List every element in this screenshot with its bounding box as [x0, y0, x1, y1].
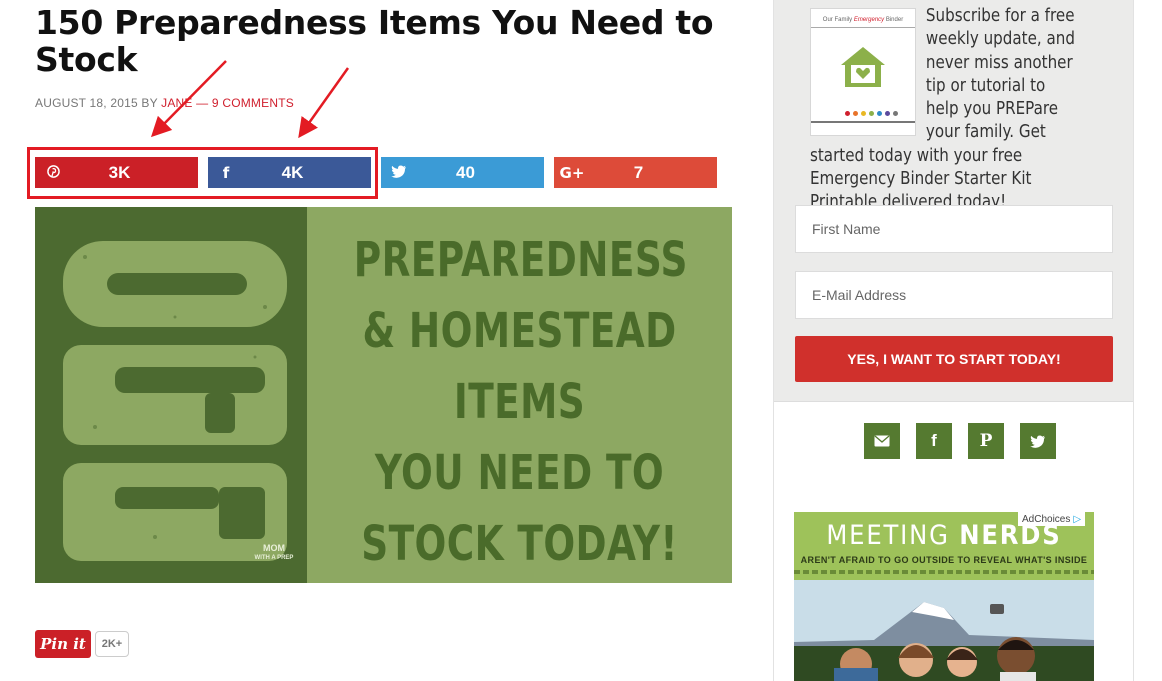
ad-photo	[794, 580, 1094, 681]
ad-headline: MEETING NERDS	[826, 520, 1062, 551]
sidebar: Our Family Emergency Binder Subscribe fo…	[773, 0, 1134, 681]
pinterest-icon[interactable]: P	[968, 423, 1004, 459]
pin-it-button[interactable]: Pin it	[35, 630, 91, 658]
ad-subline: AREN'T AFRAID TO GO OUTSIDE TO REVEAL WH…	[800, 555, 1088, 565]
social-links: f P	[864, 423, 1056, 459]
twitter-icon	[381, 164, 417, 182]
mom-with-a-prep-logo: MOM WITH A PREP	[254, 543, 294, 561]
advertisement[interactable]: AdChoices ▷ MEETING NERDS AREN'T AFRAID T…	[794, 512, 1094, 681]
first-name-field[interactable]	[795, 205, 1113, 253]
subscribe-button[interactable]: YES, I WANT TO START TODAY!	[795, 336, 1113, 382]
google-plus-icon: G+	[559, 163, 585, 182]
email-icon[interactable]	[864, 423, 900, 459]
google-plus-share-button[interactable]: G+ 7	[554, 157, 717, 188]
pin-count-badge: 2K+	[95, 631, 129, 657]
facebook-icon[interactable]: f	[916, 423, 952, 459]
twitter-count: 40	[456, 162, 475, 182]
optin-widget: Our Family Emergency Binder Subscribe fo…	[774, 0, 1133, 402]
hero-line: ITEMS	[453, 374, 586, 430]
email-field[interactable]	[795, 271, 1113, 319]
hero-line: & HOMESTEAD	[362, 303, 677, 359]
annotation-highlight-box	[27, 147, 378, 199]
featured-image[interactable]: PREPAREDNESS & HOMESTEAD ITEMS YOU NEED …	[35, 207, 732, 583]
post-date: AUGUST 18, 2015	[35, 96, 138, 110]
twitter-icon[interactable]	[1020, 423, 1056, 459]
hero-line: STOCK TODAY!	[361, 516, 678, 572]
hero-line: YOU NEED TO	[374, 445, 665, 501]
google-plus-count: 7	[633, 162, 644, 182]
annotation-arrows	[150, 60, 350, 139]
optin-description: Subscribe for a free weekly update, and …	[810, 5, 1075, 213]
hero-line: PREPAREDNESS	[353, 232, 688, 288]
twitter-share-button[interactable]: 40	[381, 157, 544, 188]
hero-number-150	[63, 241, 287, 561]
hero-headline: PREPAREDNESS & HOMESTEAD ITEMS YOU NEED …	[353, 225, 688, 580]
